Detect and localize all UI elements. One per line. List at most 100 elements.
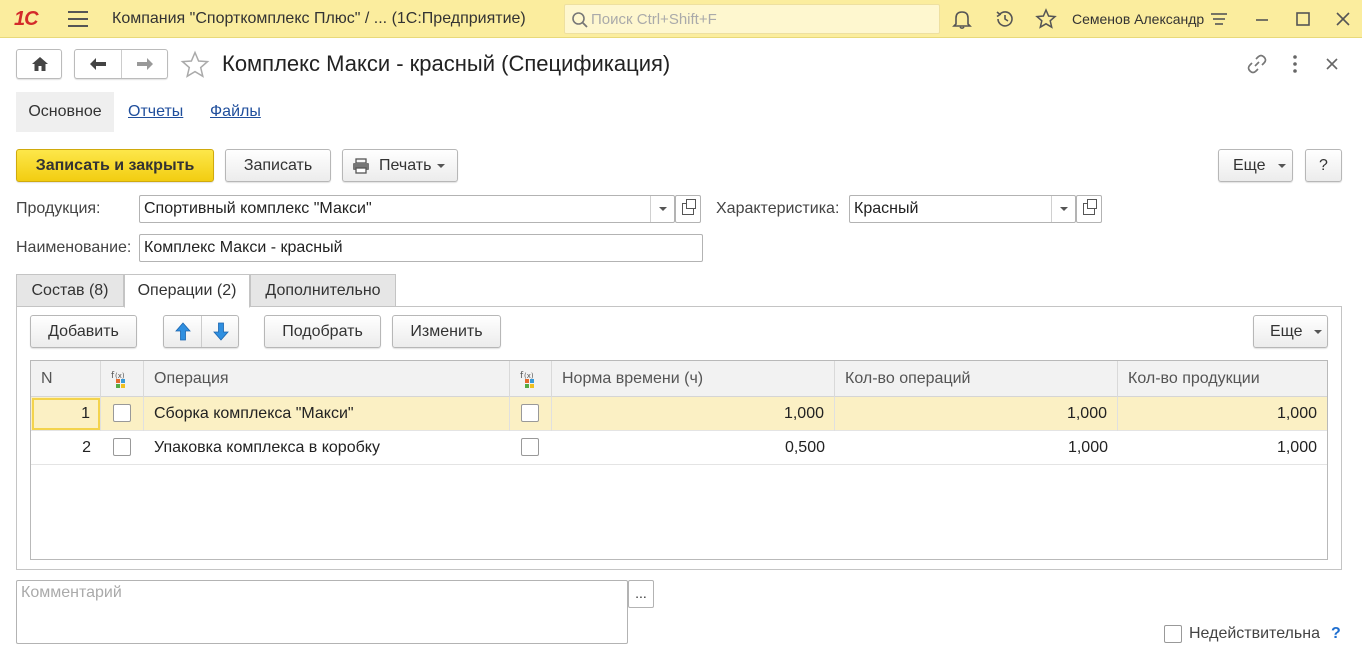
product-dropdown[interactable] [650,196,674,222]
comment-expand-button[interactable]: ... [628,580,654,608]
link-icon[interactable] [1245,52,1269,76]
table-header: N f (x) Операция f (x) Норма времени (ч)… [31,361,1327,397]
change-button[interactable]: Изменить [392,315,501,348]
chevron-down-icon [1314,330,1322,334]
row-flag2[interactable] [510,431,552,465]
row-time-norm[interactable]: 0,500 [552,431,835,465]
tab-reports[interactable]: Отчеты [128,92,183,132]
minimize-icon[interactable] [1251,8,1273,30]
row-op-count[interactable]: 1,000 [835,397,1118,431]
tab-composition[interactable]: Состав (8) [16,274,124,307]
row-prod-count[interactable]: 1,000 [1118,431,1327,465]
svg-text:(x): (x) [524,372,534,380]
global-search[interactable] [564,4,940,34]
close-icon[interactable] [1332,8,1354,30]
search-input[interactable] [591,5,931,33]
open-form-icon [682,199,696,215]
help-button[interactable]: ? [1305,149,1342,182]
characteristic-open-button[interactable] [1076,195,1102,223]
home-icon [32,57,48,71]
formula-icon: f (x) [111,371,125,388]
home-button[interactable] [16,49,62,79]
back-button[interactable] [75,50,122,78]
star-icon[interactable] [1035,8,1057,30]
row-number[interactable]: 1 [31,397,101,431]
move-buttons [163,315,239,348]
logo-1c: 1С [14,8,39,30]
checkbox[interactable] [113,438,131,456]
tab-main[interactable]: Основное [16,92,114,132]
more-button[interactable]: Еще [1218,149,1293,182]
row-operation[interactable]: Сборка комплекса "Макси" [144,397,510,431]
product-label: Продукция: [16,200,101,217]
checkbox[interactable] [521,404,539,422]
arrow-up-icon [175,322,191,341]
table-row[interactable]: 1 Сборка комплекса "Макси" 1,000 1,000 1… [31,397,1327,431]
tab-additional[interactable]: Дополнительно [250,274,396,307]
row-op-count[interactable]: 1,000 [835,431,1118,465]
invalid-label[interactable]: Недействительна [1189,622,1320,646]
table-row[interactable]: 2 Упаковка комплекса в коробку 0,500 1,0… [31,431,1327,465]
comment-input[interactable] [17,581,627,643]
add-button[interactable]: Добавить [30,315,137,348]
print-button[interactable]: Печать [342,149,458,182]
col-operation[interactable]: Операция [144,361,510,397]
chevron-down-icon [659,207,667,211]
menu-icon[interactable] [68,11,88,27]
characteristic-field[interactable]: Красный [849,195,1076,223]
save-close-button[interactable]: Записать и закрыть [16,149,214,182]
forward-button[interactable] [122,50,168,78]
product-open-button[interactable] [675,195,701,223]
comment-field[interactable] [16,580,628,644]
row-flag2[interactable] [510,397,552,431]
favorite-star-icon[interactable] [180,50,210,80]
settings-icon[interactable] [1208,8,1230,30]
row-prod-count[interactable]: 1,000 [1118,397,1327,431]
name-field[interactable]: Комплекс Макси - красный [139,234,703,262]
col-flag2[interactable]: f (x) [510,361,552,397]
checkbox[interactable] [521,438,539,456]
svg-text:(x): (x) [115,372,125,380]
col-op-count[interactable]: Кол-во операций [835,361,1118,397]
col-time-norm[interactable]: Норма времени (ч) [552,361,835,397]
row-time-norm[interactable]: 1,000 [552,397,835,431]
maximize-icon[interactable] [1292,8,1314,30]
col-flag1[interactable]: f (x) [101,361,144,397]
checkbox[interactable] [113,404,131,422]
search-icon [572,12,588,28]
operations-table: N f (x) Операция f (x) Норма времени (ч)… [30,360,1328,560]
history-icon[interactable] [994,8,1016,30]
formula-icon: f (x) [520,371,534,388]
pick-button[interactable]: Подобрать [264,315,381,348]
app-topbar: 1С Компания "Спорткомплекс Плюс" / ... (… [0,0,1362,38]
product-value: Спортивный комплекс "Макси" [144,200,372,217]
move-down-button[interactable] [202,316,239,347]
window-close-icon[interactable] [1320,52,1344,76]
save-button[interactable]: Записать [225,149,331,182]
user-name[interactable]: Семенов Александр [1072,0,1204,38]
row-operation[interactable]: Упаковка комплекса в коробку [144,431,510,465]
tab-operations[interactable]: Операции (2) [124,274,250,308]
row-flag1[interactable] [101,397,144,431]
bell-icon[interactable] [951,8,973,30]
printer-icon [353,158,369,174]
move-up-button[interactable] [164,316,202,347]
characteristic-dropdown[interactable] [1051,196,1075,222]
more-label: Еще [1233,157,1266,174]
forward-arrow-icon [137,58,153,70]
product-field[interactable]: Спортивный комплекс "Макси" [139,195,675,223]
characteristic-label: Характеристика: [716,200,840,217]
table-more-button[interactable]: Еще [1253,315,1328,348]
table-more-label: Еще [1270,323,1303,340]
chevron-down-icon [1278,164,1286,168]
invalid-checkbox[interactable] [1164,625,1182,643]
more-icon[interactable] [1283,52,1307,76]
row-number[interactable]: 2 [31,431,101,465]
row-flag1[interactable] [101,431,144,465]
col-prod-count[interactable]: Кол-во продукции [1118,361,1327,397]
back-arrow-icon [90,58,106,70]
help-icon[interactable]: ? [1331,622,1341,646]
col-n[interactable]: N [31,361,101,397]
tab-files[interactable]: Файлы [210,92,261,132]
window-title: Комплекс Макси - красный (Спецификация) [222,51,671,76]
